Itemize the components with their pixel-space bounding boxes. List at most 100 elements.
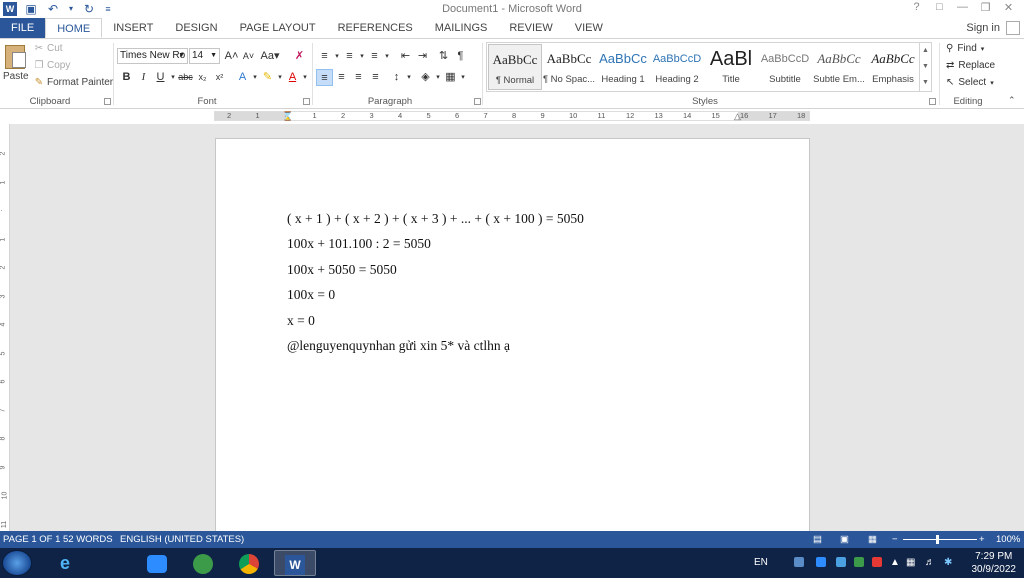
sort-icon[interactable]: ⇅ [435,48,452,65]
chevron-down-icon[interactable]: ▾ [169,69,177,86]
bluetooth-icon[interactable]: ✱ [944,557,952,568]
chevron-down-icon[interactable]: ▾ [301,69,309,86]
chevron-down-icon[interactable]: ▾ [358,48,366,65]
find-button[interactable]: ⚲ Find ▾ [946,43,984,54]
system-clock[interactable]: 7:29 PM 30/9/2022 [972,550,1017,576]
more-styles-icon[interactable]: ▼ [920,75,931,91]
align-right-icon[interactable]: ≡ [350,69,367,86]
decrease-indent-icon[interactable]: ⇤ [397,48,414,65]
tray-green-icon[interactable] [854,557,864,567]
start-button[interactable] [2,550,32,576]
cut-button[interactable]: ✂ Cut [34,43,63,54]
chevron-down-icon[interactable]: ▾ [459,69,467,86]
collapse-ribbon-icon[interactable]: ⌃ [1008,95,1016,106]
internet-explorer-icon[interactable]: e [44,550,86,576]
font-color-icon[interactable]: A [284,69,301,86]
numbering-icon[interactable]: ≡ [341,48,358,65]
tab-mailings[interactable]: MAILINGS [424,18,499,38]
chevron-down-icon[interactable]: ▾ [434,69,442,86]
styles-launcher-icon[interactable] [929,98,936,105]
align-left-icon[interactable]: ≡ [316,69,333,86]
strikethrough-icon[interactable]: abc [177,69,194,86]
style-normal[interactable]: AaBbCc ¶ Normal [488,44,542,90]
input-language[interactable]: EN [754,557,768,568]
document-page[interactable]: ( x + 1 ) + ( x + 2 ) + ( x + 3 ) + ... … [215,138,810,531]
document-line[interactable]: @lenguyenquynhan gửi xin 5* và ctlhn ạ [287,338,510,354]
align-center-icon[interactable]: ≡ [333,69,350,86]
change-case-icon[interactable]: Aa▾ [257,48,283,65]
restore-button[interactable]: ❐ [974,1,997,14]
document-line[interactable]: 100x = 0 [287,287,335,303]
read-mode-icon[interactable]: ▤ [813,534,822,545]
chevron-down-icon[interactable]: ▾ [251,69,259,86]
paragraph-launcher-icon[interactable] [474,98,481,105]
word-count[interactable]: 52 WORDS [63,534,113,545]
grow-font-icon[interactable]: A˄ [223,48,240,65]
account-icon[interactable] [1006,21,1020,35]
shading-icon[interactable]: ◈ [417,69,434,86]
tray-app-icon[interactable] [794,557,804,567]
zoom-slider-thumb[interactable] [936,535,940,544]
right-indent-marker-icon[interactable]: △ [734,111,741,122]
zoom-out-button[interactable]: − [892,534,898,545]
font-launcher-icon[interactable] [303,98,310,105]
show-formatting-icon[interactable]: ¶ [452,48,469,65]
horizontal-ruler[interactable]: 2 1 · 1 2 3 4 5 6 7 8 9 10 11 12 13 14 15 16 17 18 [214,111,810,121]
green-app-icon[interactable] [182,550,224,576]
justify-icon[interactable]: ≡ [367,69,384,86]
document-line[interactable]: 100x + 101.100 : 2 = 5050 [287,236,431,252]
style-no-spacing[interactable]: AaBbCc ¶ No Spac... [542,44,596,90]
zoom-in-button[interactable]: + [979,534,985,545]
word-taskbar-icon[interactable]: W [274,550,316,576]
network-icon[interactable]: ▦ [906,557,915,568]
tray-antivirus-icon[interactable] [872,557,882,567]
shrink-font-icon[interactable]: A˅ [240,48,257,65]
subscript-icon[interactable]: x₂ [194,69,211,86]
style-emphasis[interactable]: AaBbCc Emphasis [866,44,920,90]
tab-page-layout[interactable]: PAGE LAYOUT [229,18,327,38]
underline-icon[interactable]: U [152,69,169,86]
document-line[interactable]: ( x + 1 ) + ( x + 2 ) + ( x + 3 ) + ... … [287,211,584,227]
style-subtle-emphasis[interactable]: AaBbCc Subtle Em... [812,44,866,90]
show-hidden-icons[interactable]: ▲ [890,557,900,568]
tray-cloud-icon[interactable] [836,557,846,567]
styles-scrollbar[interactable]: ▲ ▼ ▼ [919,43,931,91]
scroll-up-icon[interactable]: ▲ [920,43,931,59]
tab-file[interactable]: FILE [0,18,46,38]
style-heading-1[interactable]: AaBbCc Heading 1 [596,44,650,90]
paste-button[interactable]: Paste [3,45,29,82]
volume-icon[interactable]: ♬ [925,557,935,568]
tab-references[interactable]: REFERENCES [327,18,424,38]
chrome-icon[interactable] [228,550,270,576]
tab-review[interactable]: REVIEW [498,18,563,38]
tab-insert[interactable]: INSERT [102,18,164,38]
document-line[interactable]: x = 0 [287,313,315,329]
page-count[interactable]: PAGE 1 OF 1 [3,534,60,545]
font-size-select[interactable]: 14 ▼ [189,48,220,64]
select-button[interactable]: ↖ Select ▾ [946,77,994,88]
scroll-down-icon[interactable]: ▼ [920,59,931,75]
tab-home[interactable]: HOME [45,18,103,38]
borders-icon[interactable]: ▦ [442,69,459,86]
chevron-down-icon[interactable]: ▾ [276,69,284,86]
style-heading-2[interactable]: AaBbCcD Heading 2 [650,44,704,90]
style-subtitle[interactable]: AaBbCcD Subtitle [758,44,812,90]
text-effects-icon[interactable]: A [234,69,251,86]
minimize-button[interactable]: — [951,1,974,14]
increase-indent-icon[interactable]: ⇥ [414,48,431,65]
zoom-slider-track[interactable] [903,539,977,540]
highlight-icon[interactable]: ✎ [259,69,276,86]
tray-zoom-icon[interactable] [816,557,826,567]
indent-marker-icon[interactable]: ⌛ [282,111,293,122]
font-family-select[interactable]: Times New Ro ▼ [117,48,188,64]
chevron-down-icon[interactable]: ▾ [383,48,391,65]
style-title[interactable]: AaBl Title [704,44,758,90]
document-line[interactable]: 100x + 5050 = 5050 [287,262,397,278]
sign-in-link[interactable]: Sign in [966,22,1000,34]
copy-button[interactable]: ❐ Copy [34,60,71,71]
chevron-down-icon[interactable]: ▾ [333,48,341,65]
language-status[interactable]: ENGLISH (UNITED STATES) [120,534,244,545]
tab-view[interactable]: VIEW [564,18,614,38]
chevron-down-icon[interactable]: ▾ [405,69,413,86]
zoom-app-icon[interactable] [136,550,178,576]
